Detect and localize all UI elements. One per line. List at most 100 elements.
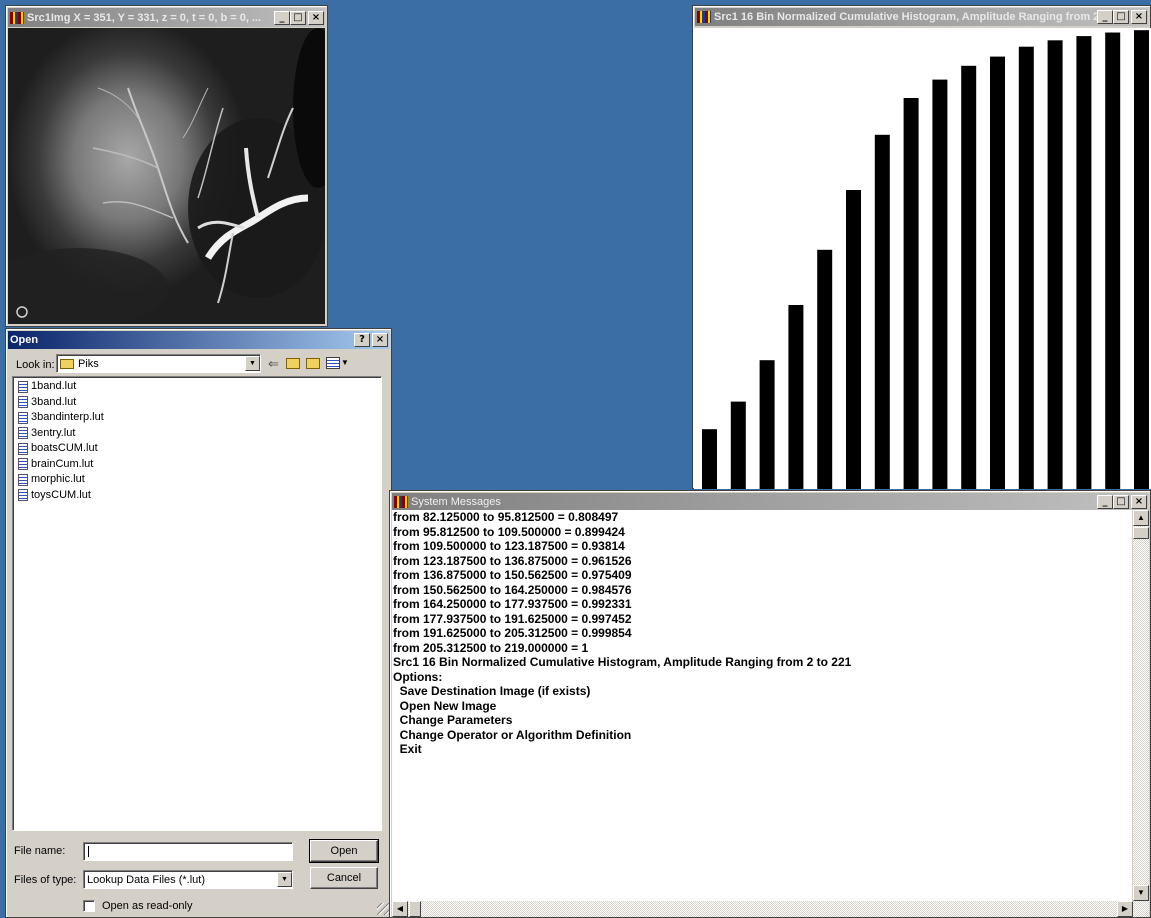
file-list-item-label: 1band.lut: [31, 380, 77, 392]
file-list-item[interactable]: 3entry.lut: [17, 426, 377, 442]
close-icon[interactable]: ×: [1131, 10, 1147, 24]
histogram-bar: [846, 190, 861, 489]
message-line: from 191.625000 to 205.312500 = 0.999854: [393, 626, 632, 640]
message-line: from 205.312500 to 219.000000 = 1: [393, 640, 589, 655]
lut-file-icon: [18, 473, 28, 486]
histogram-bar: [903, 98, 919, 489]
new-folder-icon[interactable]: [306, 358, 320, 369]
file-list-item-label: 3bandinterp.lut: [31, 411, 104, 423]
file-list-item[interactable]: 3bandinterp.lut: [17, 410, 377, 426]
file-list-item[interactable]: brainCum.lut: [17, 457, 377, 473]
maximize-icon[interactable]: □: [1113, 10, 1129, 24]
chevron-down-icon[interactable]: ▼: [277, 872, 292, 887]
message-line: from 150.562500 to 164.250000 = 0.984576: [393, 582, 632, 597]
close-icon[interactable]: ×: [372, 333, 388, 347]
view-dropdown-icon[interactable]: ▼: [341, 358, 349, 367]
look-in-select[interactable]: Piks ▼: [56, 354, 261, 373]
lut-file-icon: [18, 442, 28, 455]
histogram-bar: [874, 134, 890, 489]
scroll-left-icon[interactable]: ◀: [392, 901, 408, 917]
file-name-input[interactable]: [83, 842, 293, 861]
back-icon[interactable]: ⇐: [268, 356, 279, 372]
histogram-window-titlebar[interactable]: Src1 16 Bin Normalized Cumulative Histog…: [695, 8, 1148, 26]
histogram-bar: [990, 56, 1005, 489]
scroll-up-icon[interactable]: ▲: [1133, 510, 1149, 526]
vessel-overlay: [8, 28, 325, 324]
file-list-item[interactable]: 3band.lut: [17, 395, 377, 411]
messages-window: System Messages _ □ × from 82.125000 to …: [389, 490, 1151, 918]
histogram-bar: [730, 401, 746, 489]
message-line: from 109.500000 to 123.187500 = 0.93814: [393, 539, 625, 553]
readonly-label: Open as read-only: [102, 900, 193, 912]
chevron-down-icon[interactable]: ▼: [245, 356, 260, 371]
files-of-type-label: Files of type:: [14, 874, 77, 886]
open-button[interactable]: Open: [309, 839, 379, 863]
minimize-icon[interactable]: _: [1097, 494, 1113, 509]
image-window: Src1Img X = 351, Y = 331, z = 0, t = 0, …: [5, 5, 328, 327]
file-list-item-label: toysCUM.lut: [31, 488, 91, 501]
image-window-title: Src1Img X = 351, Y = 331, z = 0, t = 0, …: [27, 11, 262, 24]
file-list-item-label: brainCum.lut: [31, 457, 94, 470]
histogram-bar: [759, 360, 775, 489]
message-line: Src1 16 Bin Normalized Cumulative Histog…: [393, 655, 852, 669]
message-line: Save Destination Image (if exists): [393, 684, 591, 698]
histogram-bar: [961, 65, 977, 489]
minimize-icon[interactable]: _: [274, 10, 290, 25]
cancel-button[interactable]: Cancel: [310, 867, 378, 889]
histogram-bar: [1134, 30, 1149, 489]
histogram-bar: [1076, 36, 1092, 489]
lut-file-icon: [18, 458, 28, 471]
scroll-right-icon[interactable]: ▶: [1117, 901, 1133, 917]
lut-file-icon: [18, 427, 28, 440]
readonly-checkbox[interactable]: [83, 900, 95, 912]
messages-window-title: System Messages: [411, 495, 501, 508]
message-line: Open New Image: [393, 698, 497, 713]
message-line: from 95.812500 to 109.500000 = 0.899424: [393, 524, 625, 539]
file-list-item-label: boatsCUM.lut: [31, 442, 98, 454]
file-list-item-label: 3entry.lut: [31, 426, 76, 439]
histogram-bar: [788, 305, 804, 489]
histogram-bar: [932, 79, 948, 489]
app-icon: [697, 11, 711, 23]
message-line: Exit: [393, 742, 422, 756]
folder-icon: [60, 358, 74, 369]
file-list-item[interactable]: boatsCUM.lut: [17, 441, 377, 457]
scroll-down-icon[interactable]: ▼: [1133, 885, 1149, 901]
image-window-titlebar[interactable]: Src1Img X = 351, Y = 331, z = 0, t = 0, …: [8, 8, 325, 27]
maximize-icon[interactable]: □: [1113, 494, 1129, 509]
message-line: from 123.187500 to 136.875000 = 0.961526: [393, 553, 632, 568]
messages-window-titlebar[interactable]: System Messages _ □ ×: [392, 493, 1148, 510]
file-list-item[interactable]: morphic.lut: [17, 472, 377, 488]
files-of-type-value: Lookup Data Files (*.lut): [87, 873, 205, 886]
file-list-item[interactable]: 1band.lut: [17, 379, 377, 395]
app-icon: [10, 11, 24, 24]
message-line: from 164.250000 to 177.937500 = 0.992331: [393, 597, 632, 611]
lut-file-icon: [18, 396, 28, 409]
histogram-bar: [702, 429, 717, 489]
view-menu-icon[interactable]: [326, 357, 340, 369]
maximize-icon[interactable]: □: [290, 10, 306, 25]
file-list-item-label: 3band.lut: [31, 395, 77, 408]
scroll-thumb[interactable]: [1133, 527, 1149, 539]
horizontal-scrollbar[interactable]: ◀ ▶: [392, 901, 1133, 917]
files-of-type-select[interactable]: Lookup Data Files (*.lut) ▼: [83, 870, 293, 889]
minimize-icon[interactable]: _: [1097, 10, 1113, 24]
message-line: Change Operator or Algorithm Definition: [393, 727, 632, 742]
open-dialog-titlebar[interactable]: Open ? ×: [8, 331, 389, 349]
resize-grip-icon[interactable]: [377, 903, 389, 915]
close-icon[interactable]: ×: [1131, 494, 1147, 509]
message-line: Change Parameters: [393, 713, 513, 727]
up-folder-icon[interactable]: [286, 358, 300, 369]
histogram-bar: [1047, 40, 1063, 489]
file-list-item[interactable]: toysCUM.lut: [17, 488, 377, 504]
file-list-item-label: morphic.lut: [31, 473, 85, 485]
scroll-hthumb[interactable]: [409, 901, 421, 917]
histogram-window: Src1 16 Bin Normalized Cumulative Histog…: [692, 5, 1151, 489]
text-cursor: [88, 846, 89, 857]
help-icon[interactable]: ?: [354, 333, 370, 347]
messages-text-area[interactable]: from 82.125000 to 95.812500 = 0.808497 fr…: [392, 510, 1132, 901]
close-icon[interactable]: ×: [308, 10, 324, 25]
histogram-bar: [1018, 46, 1034, 489]
vertical-scrollbar[interactable]: ▲ ▼: [1133, 510, 1149, 917]
look-in-value: Piks: [78, 357, 99, 370]
